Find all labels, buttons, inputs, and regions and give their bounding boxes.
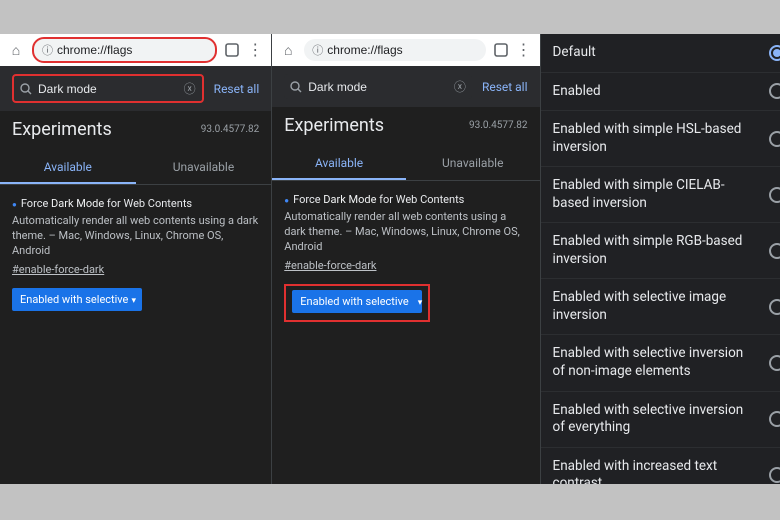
tabs: Available Unavailable: [272, 148, 539, 181]
flag-desc: Automatically render all web contents us…: [12, 214, 259, 259]
experiments-title: Experiments: [284, 115, 384, 136]
flag-entry: ●Force Dark Mode for Web Contents Automa…: [272, 181, 539, 334]
panel-right: Default Enabled Enabled with simple HSL-ba…: [541, 34, 780, 484]
option-label: Enabled with selective inversion of non-…: [553, 345, 759, 380]
option-item[interactable]: Enabled with simple CIELAB-based inversi…: [541, 167, 780, 223]
home-icon[interactable]: ⌂: [8, 42, 24, 59]
tabs-icon[interactable]: [494, 43, 508, 57]
flag-select[interactable]: Enabled with selective: [284, 284, 430, 322]
tab-unavailable[interactable]: Unavailable: [136, 152, 272, 184]
flag-select-value: Enabled with selective: [292, 290, 422, 313]
option-item[interactable]: Enabled with selective image inversion: [541, 279, 780, 335]
option-item[interactable]: Default: [541, 34, 780, 73]
radio-icon[interactable]: [769, 83, 780, 99]
tab-unavailable[interactable]: Unavailable: [406, 148, 540, 180]
search-row: ⓧ Reset all: [272, 66, 539, 107]
option-item[interactable]: Enabled with simple RGB-based inversion: [541, 223, 780, 279]
tabs-icon[interactable]: [225, 43, 239, 57]
flag-title: ●Force Dark Mode for Web Contents: [12, 197, 259, 210]
option-label: Default: [553, 44, 759, 62]
flag-tag[interactable]: #enable-force-dark: [284, 259, 527, 272]
clear-icon[interactable]: ⓧ: [454, 78, 466, 95]
flag-title: ●Force Dark Mode for Web Contents: [284, 193, 527, 206]
option-label: Enabled with selective image inversion: [553, 289, 759, 324]
chrome-version: 93.0.4577.82: [469, 120, 528, 131]
option-label: Enabled with simple RGB-based inversion: [553, 233, 759, 268]
url-input[interactable]: [327, 43, 477, 57]
canvas: ⌂ ⓘ 1 ⋮ ⓧ Reset all Experiments 93.0.457…: [0, 34, 780, 484]
url-box[interactable]: ⓘ: [32, 37, 217, 63]
more-icon[interactable]: ⋮: [516, 42, 532, 58]
search-box[interactable]: ⓧ: [284, 74, 472, 99]
flag-select[interactable]: Enabled with selective: [12, 288, 142, 314]
search-input[interactable]: [38, 82, 178, 96]
chrome-version: 93.0.4577.82: [201, 124, 260, 135]
radio-icon[interactable]: [769, 299, 780, 315]
info-icon: ⓘ: [312, 42, 323, 58]
radio-icon[interactable]: [769, 187, 780, 203]
url-box[interactable]: ⓘ: [304, 39, 485, 61]
url-input[interactable]: [57, 43, 207, 57]
address-bar: ⌂ ⓘ 1 ⋮: [0, 34, 271, 66]
search-row: ⓧ Reset all: [0, 66, 271, 111]
flag-tag[interactable]: #enable-force-dark: [12, 263, 259, 276]
reset-all-link[interactable]: Reset all: [482, 80, 528, 94]
option-label: Enabled with selective inversion of ever…: [553, 402, 759, 437]
home-icon[interactable]: ⌂: [280, 42, 296, 59]
experiments-heading: Experiments 93.0.4577.82: [0, 111, 271, 144]
radio-icon[interactable]: [769, 411, 780, 427]
panel-middle: ⌂ ⓘ ⋮ ⓧ Reset all Experiments 93.0.4577.…: [272, 34, 540, 484]
radio-icon[interactable]: [769, 45, 780, 61]
option-item[interactable]: Enabled: [541, 73, 780, 112]
radio-icon[interactable]: [769, 131, 780, 147]
option-item[interactable]: Enabled with selective inversion of non-…: [541, 335, 780, 391]
experiments-title: Experiments: [12, 119, 112, 140]
option-item[interactable]: Enabled with selective inversion of ever…: [541, 392, 780, 448]
flag-entry: ●Force Dark Mode for Web Contents Automa…: [0, 185, 271, 326]
option-label: Enabled: [553, 83, 759, 101]
option-label: Enabled with simple CIELAB-based inversi…: [553, 177, 759, 212]
radio-icon[interactable]: [769, 243, 780, 259]
reset-all-link[interactable]: Reset all: [214, 82, 260, 96]
options-list: Default Enabled Enabled with simple HSL-ba…: [541, 34, 780, 484]
info-icon: ⓘ: [42, 42, 53, 58]
option-item[interactable]: Enabled with simple HSL-based inversion: [541, 111, 780, 167]
option-item[interactable]: Enabled with increased text contrast: [541, 448, 780, 484]
tab-available[interactable]: Available: [272, 148, 406, 180]
flag-select-value: Enabled with selective: [12, 288, 142, 311]
search-input[interactable]: [308, 80, 448, 94]
experiments-heading: Experiments 93.0.4577.82: [272, 107, 539, 140]
option-label: Enabled with simple HSL-based inversion: [553, 121, 759, 156]
more-icon[interactable]: ⋮: [247, 42, 263, 58]
search-icon: [290, 81, 302, 93]
clear-icon[interactable]: ⓧ: [184, 80, 196, 97]
tabs: Available Unavailable: [0, 152, 271, 185]
panel-left: ⌂ ⓘ 1 ⋮ ⓧ Reset all Experiments 93.0.457…: [0, 34, 272, 484]
radio-icon[interactable]: [769, 355, 780, 371]
radio-icon[interactable]: [769, 467, 780, 483]
flag-desc: Automatically render all web contents us…: [284, 210, 527, 255]
search-icon: [20, 83, 32, 95]
address-bar: ⌂ ⓘ ⋮: [272, 34, 539, 66]
tab-available[interactable]: Available: [0, 152, 136, 184]
search-box[interactable]: ⓧ: [12, 74, 204, 103]
option-label: Enabled with increased text contrast: [553, 458, 759, 484]
